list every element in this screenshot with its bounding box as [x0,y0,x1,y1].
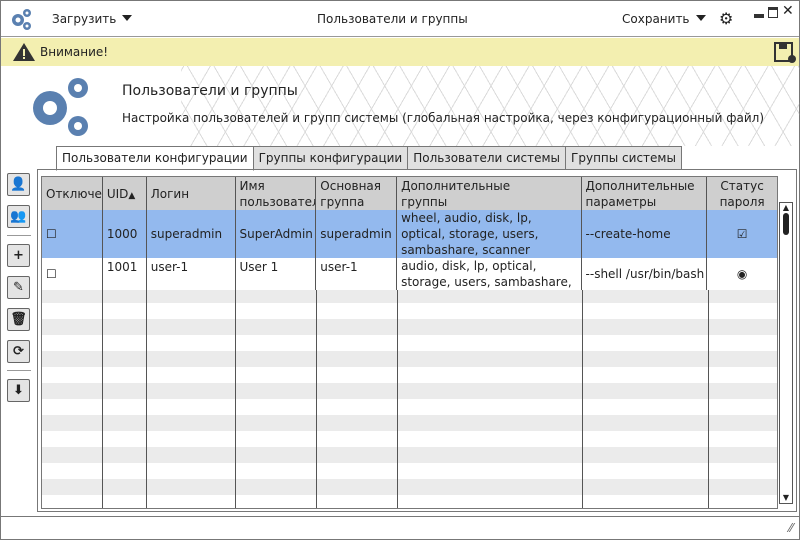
table-container: Отключен UID▲ Логин Имя пользователя Осн… [37,169,797,512]
resize-grip-icon[interactable]: ⁄⁄ [789,521,793,535]
login-cell: superadmin [147,210,236,258]
name-cell: User 1 [236,258,317,290]
table-row[interactable]: ☐ 1001 user-1 User 1 user-1 audio, disk,… [42,258,777,290]
col-disabled[interactable]: Отключен [42,177,103,210]
tab-bar: Пользователи конфигурации Группы конфигу… [56,146,682,171]
user-card-button[interactable]: 👤 [7,173,30,196]
refresh-button[interactable]: ⟳ [7,340,30,363]
save-label: Сохранить [622,12,690,26]
plus-icon: + [13,248,24,263]
window-title: Пользователи и группы [317,12,468,26]
password-status-checked-icon[interactable]: ☑ [707,210,777,258]
group-cell: superadmin [316,210,398,258]
tab-system-users[interactable]: Пользователи системы [408,146,567,170]
scroll-up-icon[interactable]: ▲ [780,203,792,213]
warning-icon [13,43,35,61]
group-cell: user-1 [316,258,398,290]
col-login[interactable]: Логин [147,177,236,210]
tab-system-groups[interactable]: Группы системы [566,146,682,170]
users-group-icon: 👥 [10,209,27,224]
close-icon[interactable]: ✕ [782,3,794,19]
page-subtitle: Настройка пользователей и групп системы … [122,111,764,125]
edit-button[interactable]: ✎ [7,276,30,299]
vertical-scrollbar[interactable]: ▲ ▼ [779,202,793,504]
gears-app-icon [12,9,31,30]
app-window: Загрузить Пользователи и группы Сохранит… [0,0,800,540]
download-icon: ⬇ [13,383,24,398]
trash-icon: 🗑 [10,312,27,327]
col-name[interactable]: Имя пользователя [236,177,317,210]
gears-icon [33,78,88,136]
divider [7,235,31,236]
warning-text: Внимание! [40,45,109,59]
uid-cell: 1001 [103,258,147,290]
tab-config-users[interactable]: Пользователи конфигурации [56,146,254,171]
password-status-radio-icon[interactable]: ◉ [707,258,777,290]
user-card-icon: 👤 [10,177,27,192]
load-menu-button[interactable]: Загрузить [52,12,133,26]
warning-bar: Внимание! [1,38,799,66]
table-header: Отключен UID▲ Логин Имя пользователя Осн… [42,177,777,210]
disabled-checkbox[interactable]: ☐ [42,210,103,258]
uid-cell: 1000 [103,210,147,258]
download-button[interactable]: ⬇ [7,379,30,402]
disabled-checkbox[interactable]: ☐ [42,258,103,290]
title-bar: Загрузить Пользователи и группы Сохранит… [1,1,799,37]
col-group[interactable]: Основная группа [316,177,398,210]
login-cell: user-1 [147,258,236,290]
name-cell: SuperAdmin [236,210,317,258]
users-table: Отключен UID▲ Логин Имя пользователя Осн… [41,176,778,509]
col-groups[interactable]: Дополнительные группы [397,177,582,210]
users-group-button[interactable]: 👥 [7,205,30,228]
table-row[interactable]: ☐ 1000 superadmin SuperAdmin superadmin … [42,210,777,258]
col-password-status[interactable]: Статус пароля [707,177,777,210]
divider [7,370,31,371]
sort-asc-icon: ▲ [128,191,136,201]
load-label: Загрузить [52,12,117,26]
hex-background [181,66,800,146]
col-params[interactable]: Дополнительные параметры [582,177,708,210]
toolbar: 👤 👥 + ✎ 🗑 ⟳ ⬇ [7,173,31,411]
groups-cell: audio, disk, lp, optical, storage, users… [397,258,582,290]
scroll-down-icon[interactable]: ▼ [780,493,792,502]
col-uid-label: UID [106,187,129,201]
refresh-icon: ⟳ [13,344,24,359]
groups-cell: wheel, audio, disk, lp, optical, storage… [397,210,582,258]
scroll-thumb[interactable] [783,213,789,235]
tab-config-groups[interactable]: Группы конфигурации [253,146,409,170]
params-cell: --create-home [582,210,708,258]
status-bar: ⁄⁄ [1,516,799,539]
save-lock-icon[interactable] [773,42,797,64]
page-header: Пользователи и группы Настройка пользова… [1,66,800,146]
minimize-icon[interactable] [754,14,764,18]
add-button[interactable]: + [7,244,30,267]
save-menu-button[interactable]: Сохранить [622,12,706,26]
chevron-down-icon [695,15,706,21]
params-cell: --shell /usr/bin/bash [582,258,708,290]
delete-button[interactable]: 🗑 [7,308,30,331]
chevron-down-icon [122,15,133,21]
page-title: Пользователи и группы [122,83,298,99]
maximize-icon[interactable] [768,7,778,18]
col-uid[interactable]: UID▲ [103,177,147,210]
gear-icon[interactable]: ⚙ [719,9,733,28]
edit-icon: ✎ [13,280,24,295]
